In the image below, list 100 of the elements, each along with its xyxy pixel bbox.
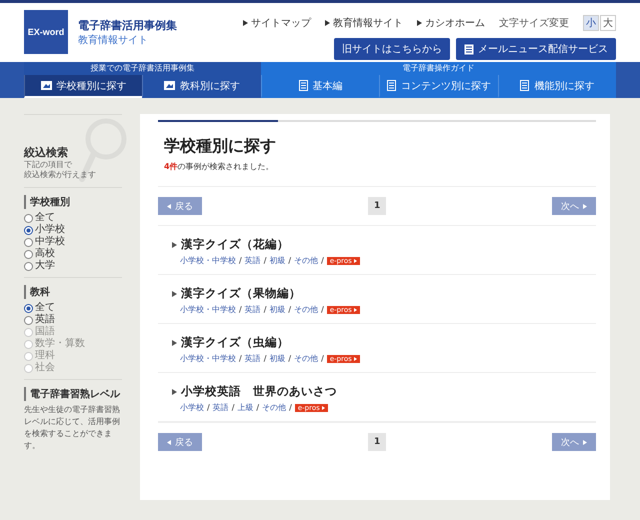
triangle-icon (172, 388, 177, 394)
site-title: 電子辞書活用事例集 (78, 18, 177, 32)
right-arrow-icon (322, 406, 325, 410)
radio-label: 社会 (35, 362, 55, 374)
radio-button[interactable] (24, 238, 33, 246)
separator: / (288, 256, 292, 265)
page-title: 学校種別に探す (164, 136, 277, 157)
radio-button[interactable] (24, 226, 33, 234)
nav-tab[interactable]: 基本編 (260, 75, 380, 98)
tag-link[interactable]: 英語 (212, 402, 229, 413)
triangle-icon (417, 20, 422, 26)
separator: / (289, 403, 292, 412)
nav-tab[interactable]: 学校種別に探す (24, 75, 142, 98)
tag-link[interactable]: その他 (294, 353, 318, 364)
document-icon (520, 80, 530, 91)
radio-label: 高校 (35, 248, 55, 260)
separator: / (264, 354, 266, 363)
level-description: 先生や生徒の電子辞書習熟レベルに応じて、活用事例を検索することができます。 (24, 404, 121, 452)
radio-label: 数学・算数 (35, 338, 85, 350)
sidebar-title: 絞込検索 (24, 145, 69, 160)
sidebar-description: 絞込検索が行えます (24, 170, 97, 180)
radio-label: 全て (35, 212, 55, 224)
page-number[interactable]: 1 (368, 197, 386, 215)
separator: / (264, 256, 266, 265)
tag-link[interactable]: 英語 (244, 255, 261, 266)
tag-link[interactable]: 上級 (237, 402, 254, 413)
filter-title: 電子辞書習熟レベル (24, 387, 122, 401)
sidebar-description: 下記の項目で (24, 160, 73, 170)
tag-link[interactable]: 初級 (269, 304, 286, 315)
right-arrow-icon (583, 204, 587, 208)
picture-frame-icon (164, 81, 176, 90)
tag-link[interactable]: その他 (294, 255, 318, 266)
radio-label: 全て (35, 302, 55, 314)
radio-button[interactable] (24, 262, 33, 270)
radio-button[interactable] (24, 316, 33, 324)
nav-group-label: 授業での電子辞書活用事例集 (89, 63, 196, 74)
radio-label: 国語 (35, 326, 55, 338)
radio-label: 小学校 (35, 224, 65, 236)
document-icon (298, 80, 308, 91)
nav-group-label: 電子辞書操作ガイド (401, 63, 476, 74)
tag-link[interactable]: 初級 (269, 353, 286, 364)
result-title[interactable]: 漢字クイズ（虫編） (172, 335, 596, 350)
right-arrow-icon (583, 440, 587, 444)
separator: / (288, 354, 292, 363)
separator: / (207, 403, 210, 412)
header-link[interactable]: 教育情報サイト (325, 16, 403, 30)
radio-button[interactable] (24, 250, 33, 258)
left-arrow-icon (167, 440, 171, 444)
separator: / (239, 354, 242, 363)
triangle-icon (172, 340, 177, 346)
triangle-icon (172, 290, 177, 296)
nav-tab[interactable]: 教科別に探す (142, 75, 261, 98)
radio-label: 英語 (35, 314, 55, 326)
font-size-button[interactable]: 小 (583, 15, 599, 31)
triangle-icon (325, 20, 330, 26)
page-number[interactable]: 1 (368, 433, 386, 451)
tag-link[interactable]: その他 (262, 402, 286, 413)
header-button[interactable]: 旧サイトはこちらから (334, 38, 450, 60)
result-title[interactable]: 小学校英語 世界のあいさつ (172, 384, 596, 399)
document-icon (386, 80, 396, 91)
font-size-button[interactable]: 大 (600, 15, 616, 31)
right-arrow-icon (354, 258, 357, 262)
separator: / (288, 305, 292, 314)
tag-link[interactable]: 英語 (244, 353, 261, 364)
separator: / (321, 305, 324, 314)
logo[interactable]: EX-word (24, 10, 68, 54)
nav-tab[interactable]: 機能別に探す (498, 75, 616, 98)
header-button[interactable]: メールニュース配信サービス (456, 38, 616, 60)
right-arrow-icon (354, 308, 357, 312)
header-link[interactable]: カシオホーム (417, 16, 485, 30)
font-size-label: 文字サイズ変更 (499, 16, 569, 30)
picture-frame-icon (40, 81, 52, 90)
triangle-icon (243, 20, 248, 26)
radio-button[interactable] (24, 304, 33, 312)
tag-link[interactable]: 小学校・中学校 (180, 353, 236, 364)
tag-link[interactable]: その他 (294, 304, 318, 315)
result-title[interactable]: 漢字クイズ（果物編） (172, 286, 596, 301)
separator: / (256, 403, 260, 412)
document-icon (464, 44, 474, 54)
filter-title: 学校種別 (24, 195, 122, 209)
radio-label: 理科 (35, 350, 55, 362)
result-count: 4件の事例が検索されました。 (164, 161, 275, 172)
left-arrow-icon (167, 204, 171, 208)
tag-link[interactable]: 英語 (244, 304, 261, 315)
separator: / (264, 305, 266, 314)
site-subtitle: 教育情報サイト (78, 34, 149, 46)
separator: / (239, 305, 242, 314)
tag-link[interactable]: 小学校・中学校 (180, 304, 236, 315)
separator: / (321, 354, 324, 363)
tag-link[interactable]: 小学校 (180, 402, 204, 413)
separator: / (321, 256, 324, 265)
right-arrow-icon (354, 356, 357, 360)
result-title[interactable]: 漢字クイズ（花編） (172, 237, 596, 252)
header-link[interactable]: サイトマップ (243, 16, 311, 30)
tag-link[interactable]: 初級 (269, 255, 286, 266)
radio-label: 中学校 (35, 236, 65, 248)
nav-tab[interactable]: コンテンツ別に探す (379, 75, 498, 98)
tag-link[interactable]: 小学校・中学校 (180, 255, 236, 266)
filter-title: 教科 (24, 285, 122, 299)
radio-button[interactable] (24, 214, 33, 222)
